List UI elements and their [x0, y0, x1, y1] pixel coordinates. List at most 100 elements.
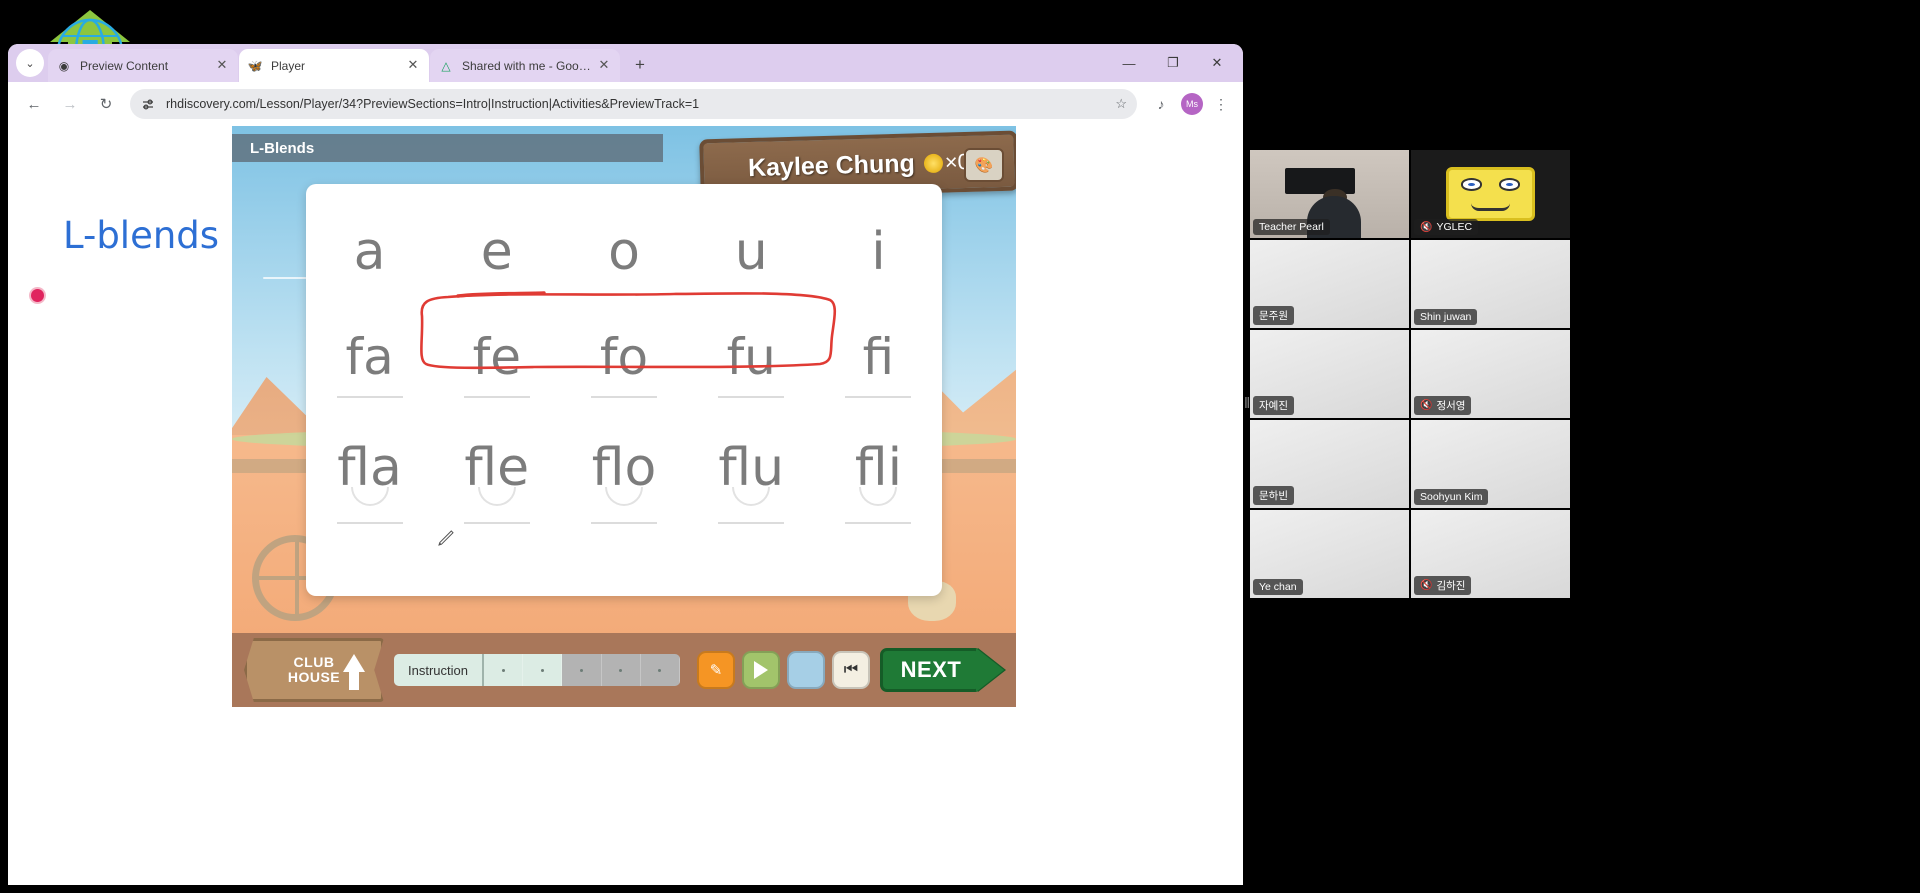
close-window-button[interactable]: ✕ — [1195, 48, 1239, 78]
participant-name-badge: Teacher Pearl — [1253, 219, 1330, 235]
tab-label: Player — [271, 58, 306, 73]
vowel-cell[interactable]: i — [815, 226, 942, 278]
progress-step[interactable] — [641, 654, 680, 686]
fl-blend-row: fla fle flo flu fli — [306, 442, 942, 524]
video-tile-3[interactable]: Shin juwan — [1411, 240, 1570, 328]
pencil-cursor-icon — [438, 530, 454, 546]
vowel-cell[interactable]: o — [560, 226, 687, 278]
up-arrow-icon — [343, 654, 365, 672]
lesson-progress-bar[interactable]: Instruction — [394, 654, 680, 686]
tab-preview-content[interactable]: ◉ Preview Content ✕ — [48, 49, 238, 82]
rewind-button[interactable]: ⏮ — [832, 651, 870, 689]
f-blend-glyph: fi — [862, 328, 895, 386]
vowel-row: a e o u i — [306, 226, 942, 278]
new-tab-button[interactable]: + — [627, 52, 653, 78]
underline-mark — [845, 522, 912, 524]
tab-favicon-icon: 🦋 — [247, 58, 263, 73]
underline-mark — [591, 522, 657, 524]
participant-name-badge: 🔇 김하진 — [1414, 576, 1472, 595]
forward-icon[interactable]: → — [55, 89, 85, 119]
underline-mark — [591, 396, 657, 398]
minimize-button[interactable]: — — [1107, 48, 1151, 78]
up-arrow-stem-icon — [349, 671, 359, 690]
video-tile-teacher-pearl[interactable]: Teacher Pearl — [1250, 150, 1409, 238]
tab-favicon-icon: △ — [441, 58, 451, 73]
progress-step[interactable] — [602, 654, 641, 686]
palette-button[interactable]: 🎨 — [964, 148, 1004, 182]
video-tile-5[interactable]: 🔇 정서영 — [1411, 330, 1570, 418]
lesson-player: L-Blends Kaylee Chung ×0 🎨 a e o u i fa … — [232, 126, 1016, 707]
next-button[interactable]: NEXT — [880, 648, 982, 692]
next-label: NEXT — [900, 657, 962, 682]
play-button[interactable] — [742, 651, 780, 689]
progress-step[interactable] — [523, 654, 563, 686]
profile-avatar[interactable]: Ms — [1181, 93, 1203, 115]
participant-name-badge: 문주원 — [1253, 306, 1294, 325]
f-blend-cell[interactable]: fu — [688, 332, 815, 398]
fl-blend-cell[interactable]: fli — [815, 442, 942, 524]
vowel-glyph: u — [734, 222, 768, 282]
tool-button-blue[interactable] — [787, 651, 825, 689]
window-controls: — ❐ ✕ — [1107, 48, 1239, 78]
annotation-title-text: L-blends — [63, 214, 220, 257]
close-icon[interactable]: ✕ — [596, 57, 612, 74]
vowel-cell[interactable]: u — [688, 226, 815, 278]
pupil-icon — [1467, 183, 1475, 187]
back-icon[interactable]: ← — [19, 89, 49, 119]
rewind-icon: ⏮ — [843, 661, 859, 678]
progress-step[interactable] — [483, 654, 524, 686]
palette-icon: 🎨 — [974, 157, 994, 174]
close-icon[interactable]: ✕ — [405, 57, 421, 74]
participant-name: Soohyun Kim — [1420, 491, 1483, 503]
participant-name-badge: 문하빈 — [1253, 486, 1294, 505]
mute-icon: 🔇 — [1420, 400, 1433, 411]
clubhouse-button[interactable]: CLUB HOUSE — [244, 638, 384, 702]
scoop-mark — [350, 487, 389, 506]
tab-favicon-icon: ◉ — [58, 58, 70, 73]
next-arrow-icon[interactable] — [976, 648, 1004, 692]
f-blend-cell[interactable]: fa — [306, 332, 433, 398]
f-blend-cell[interactable]: fi — [815, 332, 942, 398]
tab-search-icon[interactable]: ⌄ — [16, 49, 44, 77]
video-tile-9[interactable]: 🔇 김하진 — [1411, 510, 1570, 598]
fl-blend-cell[interactable]: flo — [560, 442, 687, 524]
f-blend-glyph: fe — [472, 328, 521, 386]
site-settings-icon[interactable] — [140, 96, 157, 113]
participant-name: Ye chan — [1259, 581, 1297, 593]
spongebob-avatar — [1445, 166, 1536, 222]
fl-blend-cell[interactable]: fle — [433, 442, 560, 524]
f-blend-cell[interactable]: fe — [433, 332, 560, 398]
mouth-icon — [1470, 203, 1511, 211]
underline-mark — [336, 396, 403, 398]
tab-player[interactable]: 🦋 Player ✕ — [239, 49, 429, 82]
fl-blend-cell[interactable]: flu — [688, 442, 815, 524]
video-tile-7[interactable]: Soohyun Kim — [1411, 420, 1570, 508]
panel-splitter-handle[interactable]: ‖ — [1244, 395, 1250, 421]
vowel-cell[interactable]: a — [306, 226, 433, 278]
address-bar[interactable]: rhdiscovery.com/Lesson/Player/34?Preview… — [130, 89, 1137, 119]
reload-icon[interactable]: ↻ — [91, 89, 121, 119]
eraser-icon: ✎ — [709, 662, 723, 679]
tab-google-drive[interactable]: △ Shared with me - Google Drive ✕ — [430, 49, 620, 82]
video-tile-2[interactable]: 문주원 — [1250, 240, 1409, 328]
video-tile-6[interactable]: 문하빈 — [1250, 420, 1409, 508]
lesson-title-bar: L-Blends — [232, 134, 664, 162]
chrome-menu-icon[interactable]: ⋮ — [1207, 90, 1235, 118]
participant-name: 정서영 — [1436, 400, 1466, 412]
progress-step[interactable] — [562, 654, 602, 686]
close-icon[interactable]: ✕ — [214, 57, 230, 74]
clubhouse-label-line1: CLUB — [293, 654, 335, 671]
video-tile-4[interactable]: 자예진 — [1250, 330, 1409, 418]
underline-mark — [336, 522, 403, 524]
maximize-button[interactable]: ❐ — [1151, 48, 1195, 78]
video-tile-yglec[interactable]: 🔇 YGLEC — [1411, 150, 1570, 238]
f-blend-glyph: fa — [345, 328, 394, 386]
extensions-icon[interactable]: ♪ — [1147, 90, 1175, 118]
scoop-mark — [732, 487, 771, 506]
f-blend-cell[interactable]: fo — [560, 332, 687, 398]
eraser-button[interactable]: ✎ — [697, 651, 735, 689]
vowel-cell[interactable]: e — [433, 226, 560, 278]
fl-blend-cell[interactable]: fla — [306, 442, 433, 524]
video-tile-8[interactable]: Ye chan — [1250, 510, 1409, 598]
bookmark-star-icon[interactable]: ☆ — [1115, 96, 1127, 112]
